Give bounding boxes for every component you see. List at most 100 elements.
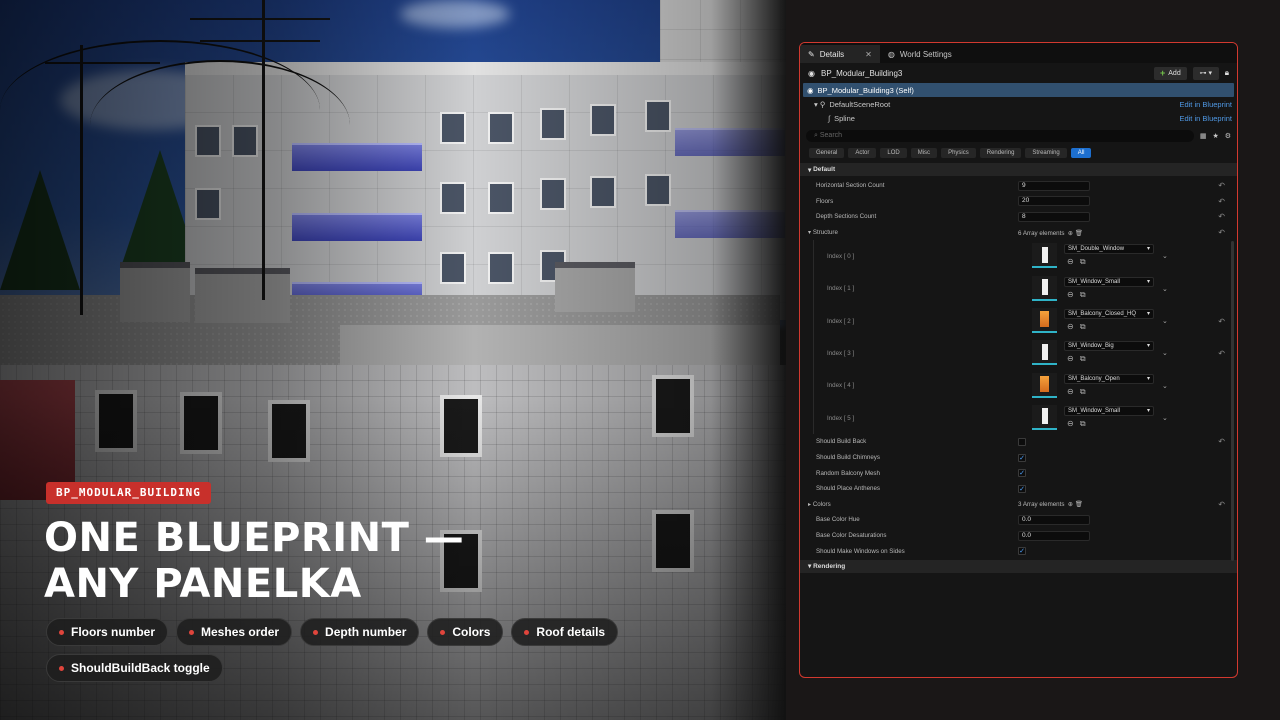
bullet-dot-icon — [59, 665, 64, 671]
pencil-icon: ✎ — [808, 49, 815, 59]
panel-scrollbar[interactable] — [1231, 241, 1234, 561]
mesh-thumbnail[interactable] — [1032, 340, 1057, 366]
search-input[interactable]: ⌕ Search — [806, 129, 1194, 142]
mesh-thumbnail[interactable] — [1032, 372, 1057, 398]
gear-icon[interactable]: ⚙ — [1225, 132, 1231, 140]
actor-name: BP_Modular_Building3 — [820, 68, 903, 78]
should-build-back-checkbox[interactable] — [1018, 437, 1026, 446]
filter-misc[interactable]: Misc — [910, 148, 938, 158]
edit-in-blueprint-link[interactable]: Edit in Blueprint — [1179, 114, 1232, 123]
filter-physics[interactable]: Physics — [941, 148, 976, 158]
headline-line-1: ONE BLUEPRINT — — [44, 515, 465, 561]
chevron-down-icon[interactable]: ⌄ — [1162, 285, 1168, 293]
star-icon[interactable]: ★ — [1212, 132, 1218, 140]
mesh-dropdown[interactable]: SM_Balcony_Open ▾ — [1064, 373, 1154, 384]
add-element-icon[interactable]: ⊕ — [1068, 501, 1073, 508]
headline: ONE BLUEPRINT — ANY PANELKA — [44, 515, 564, 607]
add-element-icon[interactable]: ⊕ — [1068, 230, 1073, 237]
chevron-down-icon[interactable]: ⌄ — [1162, 414, 1168, 422]
horizontal-section-count-input[interactable]: 9 — [1018, 180, 1090, 191]
add-component-button[interactable]: + Add — [1154, 66, 1187, 80]
filter-streaming[interactable]: Streaming — [1025, 148, 1067, 158]
tab-details[interactable]: ✎ Details ✕ — [800, 45, 880, 63]
should-make-windows-on-sides-checkbox[interactable]: ✓ — [1018, 547, 1026, 556]
filter-actor[interactable]: Actor — [848, 148, 877, 158]
mesh-thumbnail[interactable] — [1032, 307, 1057, 333]
structure-element: Index [ 1 ] SM_Window_Small ▾ ⊖ ⧉ ⌄ — [814, 273, 1237, 305]
feature-pills: Floors number Meshes order Depth number … — [46, 618, 646, 682]
section-default[interactable]: ▾ Default — [800, 163, 1237, 176]
should-build-chimneys-checkbox[interactable]: ✓ — [1018, 453, 1026, 462]
component-spline[interactable]: ∫ Spline Edit in Blueprint — [800, 111, 1237, 125]
prop-depth-sections-count: Depth Sections Count 8 ↶ — [816, 211, 1225, 222]
base-color-desaturations-input[interactable]: 0.0 — [1018, 530, 1090, 541]
colors-count: 3 Array elements — [1018, 501, 1065, 509]
chevron-down-icon[interactable]: ⌄ — [1162, 382, 1168, 390]
structure-element: Index [ 5 ] SM_Window_Small ▾ ⊖ ⧉ ⌄ — [814, 402, 1237, 434]
feature-pill: Colors — [427, 618, 504, 646]
mesh-thumbnail[interactable] — [1032, 404, 1057, 430]
browse-icon[interactable]: ⊖ ⧉ — [1067, 257, 1088, 267]
prop-random-balcony-mesh: Random Balcony Mesh ✓ — [816, 469, 1026, 478]
trash-icon[interactable]: 🗑︎ — [1075, 230, 1083, 237]
filter-lod[interactable]: LOD — [880, 148, 907, 158]
random-balcony-mesh-checkbox[interactable]: ✓ — [1018, 469, 1026, 478]
reset-icon[interactable]: ↶ — [1218, 437, 1225, 446]
reset-icon[interactable]: ↶ — [1218, 317, 1225, 326]
lock-icon[interactable]: 🔒︎ — [1225, 68, 1229, 78]
chevron-down-icon[interactable]: ⌄ — [1162, 349, 1168, 357]
prop-colors: ▸ Colors 3 Array elements ⊕ 🗑︎ ↶ — [808, 499, 1225, 509]
browse-icon[interactable]: ⊖ ⧉ — [1067, 354, 1088, 364]
search-bar: ⌕ Search ▦ ★ ⚙ — [806, 129, 1231, 142]
browse-icon[interactable]: ⊖ ⧉ — [1067, 290, 1088, 300]
feature-pill: ShouldBuildBack toggle — [46, 654, 223, 682]
trash-icon[interactable]: 🗑︎ — [1075, 501, 1083, 508]
component-defaultsceneroot[interactable]: ▾ ⚲ DefaultSceneRoot Edit in Blueprint — [800, 97, 1237, 111]
component-self[interactable]: ◉ BP_Modular_Building3 (Self) — [803, 83, 1234, 97]
feature-pill: Floors number — [46, 618, 169, 646]
reset-icon[interactable]: ↶ — [1218, 228, 1225, 237]
prop-base-color-desaturations: Base Color Desaturations 0.0 — [800, 528, 1237, 544]
depth-sections-count-input[interactable]: 8 — [1018, 211, 1090, 222]
filter-rendering[interactable]: Rendering — [979, 148, 1022, 158]
section-rendering[interactable]: ▾ Rendering — [800, 559, 1237, 573]
mesh-dropdown[interactable]: SM_Balcony_Closed_HQ ▾ — [1064, 308, 1154, 319]
chevron-down-icon[interactable]: ⌄ — [1162, 252, 1168, 260]
close-tab-icon[interactable]: ✕ — [865, 50, 872, 59]
browse-icon[interactable]: ⊖ ⧉ — [1067, 387, 1088, 397]
panel-tabs: ✎ Details ✕ ◍ World Settings — [800, 43, 1237, 63]
edit-in-blueprint-link[interactable]: Edit in Blueprint — [1179, 100, 1232, 109]
mesh-dropdown[interactable]: SM_Window_Big ▾ — [1064, 341, 1154, 352]
mesh-thumbnail[interactable] — [1032, 275, 1057, 301]
reset-icon[interactable]: ↶ — [1218, 197, 1225, 206]
hero-render — [0, 0, 790, 720]
browse-icon[interactable]: ⊖ ⧉ — [1067, 419, 1088, 429]
reset-icon[interactable]: ↶ — [1218, 181, 1225, 190]
table-view-icon[interactable]: ▦ — [1200, 132, 1207, 140]
prop-structure: ▾ Structure 6 Array elements ⊕ 🗑︎ ↶ — [808, 228, 1225, 238]
mesh-dropdown[interactable]: SM_Window_Small ▾ — [1064, 276, 1154, 287]
filter-general[interactable]: General — [809, 148, 845, 158]
scene-shade — [0, 0, 790, 720]
tab-world-settings[interactable]: ◍ World Settings — [880, 45, 960, 63]
base-color-hue-input[interactable]: 0.0 — [1018, 514, 1090, 525]
structure-array: Index [ 0 ] SM_Double_Window ▾ ⊖ ⧉ ⌄ Inde… — [813, 240, 1237, 435]
reset-icon[interactable]: ↶ — [1218, 500, 1225, 509]
chevron-down-icon[interactable]: ⌄ — [1162, 317, 1168, 325]
headline-line-2: ANY PANELKA — [44, 561, 362, 607]
filter-all[interactable]: All — [1070, 148, 1092, 158]
mesh-thumbnail[interactable] — [1032, 243, 1057, 269]
mesh-dropdown[interactable]: SM_Window_Small ▾ — [1064, 405, 1154, 416]
reset-icon[interactable]: ↶ — [1218, 212, 1225, 221]
reset-icon[interactable]: ↶ — [1218, 349, 1225, 358]
prop-should-make-windows-on-sides: Should Make Windows on Sides ✓ — [816, 547, 1026, 556]
mesh-dropdown[interactable]: SM_Double_Window ▾ — [1064, 244, 1154, 255]
blueprint-options-button[interactable]: ⊶ ▾ — [1192, 66, 1219, 80]
floors-input[interactable]: 20 — [1018, 196, 1090, 207]
chevron-down-icon: ▾ — [1146, 246, 1150, 253]
details-panel: ✎ Details ✕ ◍ World Settings ◉ BP_Modula… — [799, 42, 1238, 678]
browse-icon[interactable]: ⊖ ⧉ — [1067, 322, 1088, 332]
actor-header: ◉ BP_Modular_Building3 + Add ⊶ ▾ 🔒︎ — [800, 63, 1237, 83]
should-place-anthenes-checkbox[interactable]: ✓ — [1018, 484, 1026, 493]
structure-element: Index [ 3 ] SM_Window_Big ▾ ⊖ ⧉ ⌄ ↶ — [814, 337, 1237, 369]
